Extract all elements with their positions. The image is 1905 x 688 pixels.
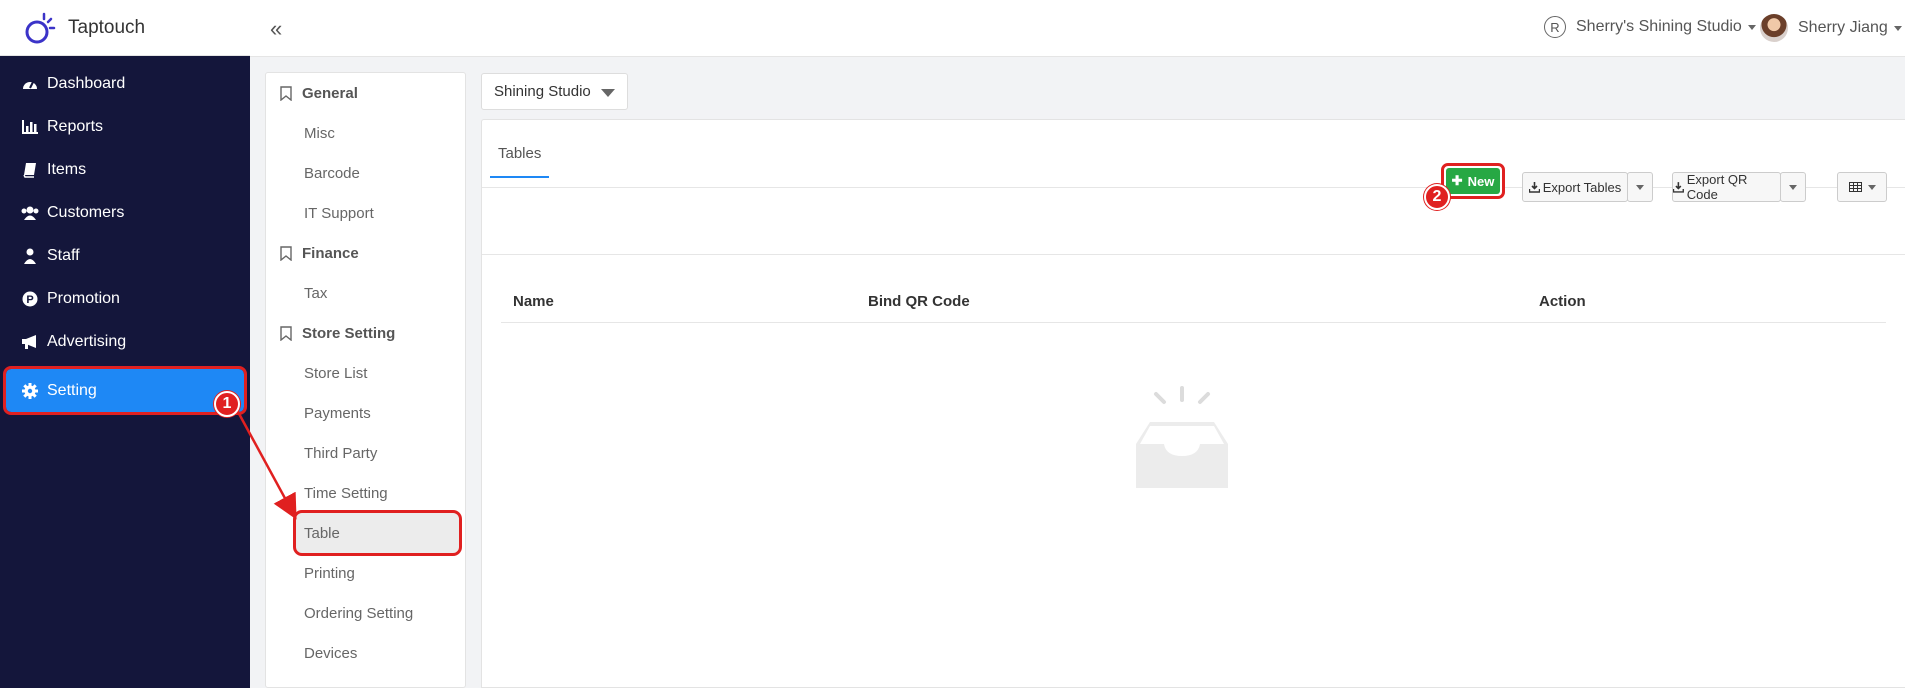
users-icon [20, 203, 40, 223]
submenu-item-printing[interactable]: Printing [266, 553, 465, 593]
download-icon [1673, 181, 1684, 193]
settings-submenu: General Misc Barcode IT Support Finance … [265, 72, 466, 688]
store-selector-value: Shining Studio [494, 83, 591, 100]
chevron-down-icon [1747, 24, 1756, 30]
section-title: Finance [302, 244, 359, 262]
bookmark-icon [280, 85, 292, 101]
nav-item-advertising[interactable]: Advertising [0, 320, 250, 363]
user-menu[interactable]: Sherry Jiang [1760, 14, 1902, 42]
nav-label: Staff [47, 246, 80, 264]
top-bar: « R Sherry's Shining Studio Sherry Jiang [250, 0, 1905, 57]
submenu-item-time-setting[interactable]: Time Setting [266, 473, 465, 513]
submenu-item-it-support[interactable]: IT Support [266, 193, 465, 233]
caret-down-icon [601, 89, 615, 97]
column-header-bind-qr-code: Bind QR Code [868, 293, 970, 310]
new-button[interactable]: ✚ New [1446, 168, 1500, 194]
submenu-item-devices[interactable]: Devices [266, 633, 465, 673]
export-qr-label: Export QR Code [1686, 172, 1748, 202]
new-button-highlight: ✚ New [1441, 163, 1505, 199]
export-qr-dropdown[interactable] [1780, 172, 1806, 202]
submenu-item-barcode[interactable]: Barcode [266, 153, 465, 193]
submenu-item-store-list[interactable]: Store List [266, 353, 465, 393]
column-toggle-button[interactable] [1837, 172, 1887, 202]
submenu-item-table[interactable]: Table [293, 510, 462, 556]
main-nav: Dashboard Reports Items Customers Staff [0, 56, 250, 415]
taptouch-logo-icon [25, 12, 56, 43]
nav-item-items[interactable]: Items [0, 148, 250, 191]
svg-text:P: P [26, 294, 33, 306]
nav-label: Dashboard [47, 74, 126, 92]
brand-name: Taptouch [68, 16, 146, 38]
promotion-icon: P [20, 289, 40, 309]
empty-inbox-icon [1136, 386, 1228, 488]
table-grid-icon [1848, 182, 1862, 192]
nav-label: Advertising [47, 332, 127, 350]
nav-label: Promotion [47, 289, 120, 307]
column-header-name: Name [513, 293, 554, 310]
nav-label: Items [47, 160, 87, 178]
nav-item-setting[interactable]: Setting [3, 366, 247, 415]
section-store-setting: Store Setting [266, 313, 465, 353]
book-icon [20, 160, 40, 180]
section-finance: Finance [266, 233, 465, 273]
nav-label: Setting [47, 381, 97, 399]
studio-name: Sherry's Shining Studio [1576, 18, 1742, 35]
export-qr-button[interactable]: Export QR Code [1672, 172, 1781, 202]
nav-item-dashboard[interactable]: Dashboard [0, 62, 250, 105]
table-header: Name Bind QR Code Action [501, 280, 1886, 323]
nav-label: Reports [47, 117, 104, 135]
chevron-down-icon [1893, 25, 1902, 31]
submenu-item-third-party[interactable]: Third Party [266, 433, 465, 473]
plus-icon: ✚ [1451, 173, 1463, 188]
tab-tables[interactable]: Tables [490, 145, 550, 178]
gear-icon [20, 381, 40, 401]
chevron-down-icon [1867, 184, 1876, 190]
export-tables-dropdown[interactable] [1627, 172, 1653, 202]
chevron-down-icon [1636, 184, 1644, 190]
bar-chart-icon [20, 117, 40, 137]
new-button-label: New [1467, 173, 1495, 189]
column-header-action: Action [1539, 293, 1586, 310]
download-icon [1528, 181, 1540, 193]
user-name: Sherry Jiang [1798, 19, 1888, 36]
nav-item-staff[interactable]: Staff [0, 234, 250, 277]
dashboard-icon [20, 74, 40, 94]
nav-item-reports[interactable]: Reports [0, 105, 250, 148]
submenu-item-misc[interactable]: Misc [266, 113, 465, 153]
studio-switcher[interactable]: R Sherry's Shining Studio [1544, 16, 1756, 38]
store-selector[interactable]: Shining Studio [481, 73, 628, 110]
section-title: General [302, 84, 358, 102]
collapse-sidebar-icon[interactable]: « [270, 16, 282, 42]
staff-icon [20, 246, 40, 266]
tables-panel: Tables ✚ New Export Tables Export QR Cod… [481, 119, 1905, 688]
avatar [1760, 14, 1788, 42]
toolbar-divider [482, 254, 1905, 255]
nav-label: Customers [47, 203, 125, 221]
submenu-item-tax[interactable]: Tax [266, 273, 465, 313]
export-tables-label: Export Tables [1542, 179, 1622, 195]
section-title: Store Setting [302, 324, 396, 342]
submenu-item-ordering-setting[interactable]: Ordering Setting [266, 593, 465, 633]
megaphone-icon [20, 332, 40, 352]
sidebar: Taptouch Dashboard Reports Items Custome… [0, 0, 250, 688]
registered-icon: R [1544, 16, 1566, 38]
section-general: General [266, 73, 465, 113]
brand[interactable]: Taptouch [0, 0, 250, 56]
submenu-item-payments[interactable]: Payments [266, 393, 465, 433]
annotation-badge-1: 1 [214, 391, 240, 417]
bookmark-icon [280, 325, 292, 341]
nav-item-customers[interactable]: Customers [0, 191, 250, 234]
bookmark-icon [280, 245, 292, 261]
annotation-badge-2: 2 [1424, 184, 1450, 210]
chevron-down-icon [1789, 184, 1797, 190]
nav-item-promotion[interactable]: P Promotion [0, 277, 250, 320]
export-tables-button[interactable]: Export Tables [1522, 172, 1628, 202]
